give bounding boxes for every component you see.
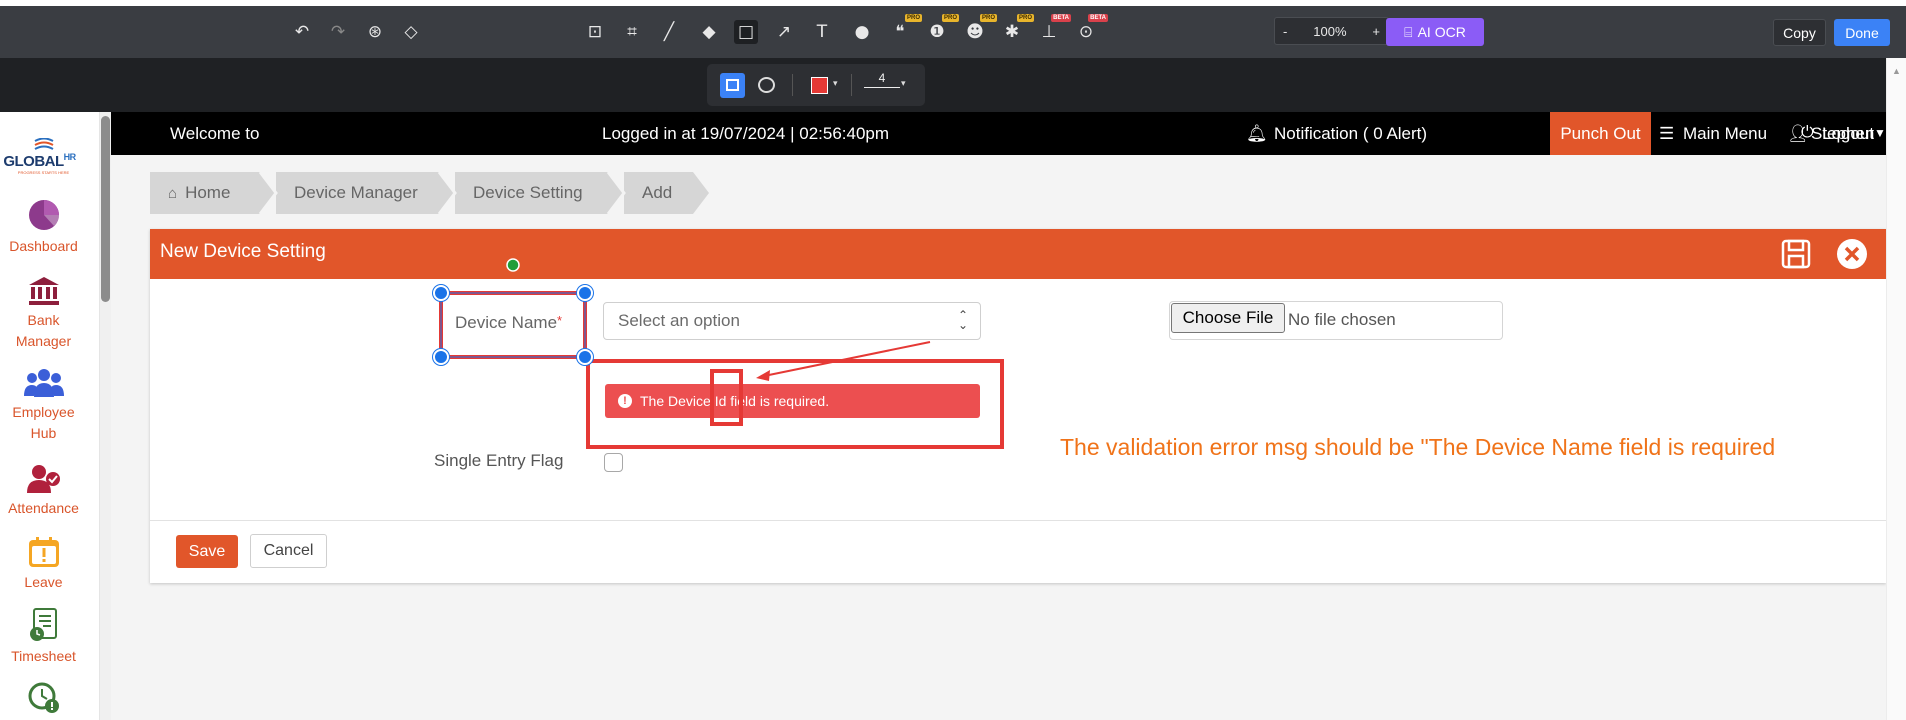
annotation-note: The validation error msg should be "The … [1060, 434, 1776, 460]
resize-handle-tl[interactable] [433, 285, 449, 301]
page-scrollbar[interactable]: ▲ [1886, 58, 1906, 720]
annotation-layer [439, 258, 1004, 449]
annotation-rect-id [710, 369, 743, 426]
arrow-head-icon [756, 370, 770, 381]
rotate-handle[interactable] [506, 258, 520, 272]
resize-handle-bl[interactable] [433, 349, 449, 365]
annotation-rect-device-name[interactable] [439, 291, 587, 359]
scroll-up-icon[interactable]: ▲ [1892, 66, 1901, 76]
resize-handle-br[interactable] [577, 349, 593, 365]
resize-handle-tr[interactable] [577, 285, 593, 301]
annotation-rect-error [586, 359, 1004, 449]
